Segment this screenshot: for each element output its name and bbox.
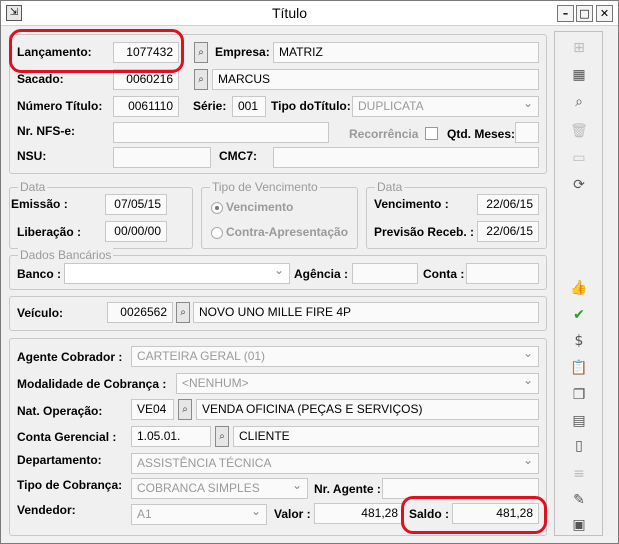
vendedor-label: Vendedor:: [17, 503, 76, 517]
lancamento-highlight: [9, 29, 184, 73]
window-title: Título: [271, 5, 307, 21]
tipo-titulo-label: Tipo doTítulo:: [271, 99, 351, 113]
tipo-vencimento-group: Tipo de Vencimento: [201, 180, 358, 249]
veiculo-code-field[interactable]: 0026562: [107, 302, 173, 323]
sacado-name-field[interactable]: MARCUS: [212, 69, 539, 90]
tipo-vencimento-title: Tipo de Vencimento: [210, 180, 320, 194]
vencimento-radio-label: Vencimento: [226, 200, 294, 214]
minimize-button[interactable]: –: [557, 5, 574, 22]
departamento-select[interactable]: ASSISTÊNCIA TÉCNICA: [131, 453, 539, 474]
emissao-field[interactable]: 07/05/15: [105, 194, 167, 215]
conta-gerencial-label: Conta Gerencial :: [17, 430, 117, 444]
agencia-label: Agência :: [294, 267, 349, 281]
thumbs-up-icon[interactable]: 👍: [568, 277, 590, 299]
numero-titulo-label: Número Título:: [17, 99, 103, 113]
valor-label: Valor :: [274, 507, 311, 521]
tree-icon[interactable]: ⊞: [568, 37, 590, 59]
refresh-icon[interactable]: ⟳: [568, 174, 590, 196]
serie-label: Série:: [193, 99, 227, 113]
window: ⇲ Título – □ ✕ Lançamento: 1077432 ⌕ Emp…: [0, 0, 619, 544]
liberacao-field[interactable]: 00/00/00: [105, 221, 167, 242]
conta-gerencial-lookup-button[interactable]: ⌕: [215, 426, 229, 447]
conta-field[interactable]: [466, 263, 539, 284]
data-vencimento-title: Data: [375, 180, 405, 194]
sacado-label: Sacado:: [17, 72, 64, 86]
previsao-label: Previsão Receb. :: [374, 225, 475, 239]
maximize-button[interactable]: □: [576, 5, 593, 22]
sacado-lookup-button[interactable]: ⌕: [194, 69, 208, 90]
empresa-field[interactable]: MATRIZ: [273, 42, 539, 63]
banco-label: Banco :: [17, 267, 62, 281]
agente-cobrador-label: Agente Cobrador :: [17, 350, 123, 364]
nr-nfse-field[interactable]: [113, 122, 329, 143]
edit-icon[interactable]: ✎: [568, 489, 590, 511]
agencia-field[interactable]: [352, 263, 418, 284]
vencimento-label: Vencimento :: [374, 197, 449, 211]
clipboard-icon[interactable]: 📋: [568, 357, 590, 379]
veiculo-label: Veículo:: [17, 306, 64, 320]
trash-icon[interactable]: 🗑: [568, 120, 590, 142]
recorrencia-label: Recorrência: [349, 127, 419, 141]
title-bar: ⇲ Título – □ ✕: [1, 1, 618, 26]
contra-apresentacao-radio[interactable]: [211, 227, 223, 239]
nsu-field[interactable]: [113, 147, 211, 168]
tipo-cobranca-label: Tipo de Cobrança:: [17, 478, 123, 492]
nat-operacao-code-field[interactable]: VE04: [131, 399, 174, 420]
qtd-meses-label: Qtd. Meses:: [447, 127, 516, 141]
nsu-label: NSU:: [17, 149, 47, 163]
modalidade-label: Modalidade de Cobrança :: [17, 377, 167, 391]
nat-operacao-field[interactable]: VENDA OFICINA (PEÇAS E SERVIÇOS): [196, 399, 539, 420]
nat-operacao-lookup-button[interactable]: ⌕: [178, 399, 192, 420]
dados-bancarios-title: Dados Bancários: [18, 248, 114, 262]
empresa-label: Empresa:: [215, 45, 270, 59]
action-toolbar: ⊞ ▦ ⌕ 🗑 ▭ ⟳ 👍 ✔ $ 📋 ❐ ▤ ▯ ≡ ✎ ▣: [554, 31, 603, 536]
conta-gerencial-code-field[interactable]: 1.05.01.: [131, 426, 211, 447]
vencimento-radio[interactable]: [211, 202, 223, 214]
saldo-highlight: [401, 496, 547, 534]
money-bag-icon[interactable]: $: [568, 330, 590, 352]
contra-apresentacao-label: Contra-Apresentação: [226, 225, 349, 239]
nr-agente-label: Nr. Agente :: [314, 482, 381, 496]
conta-gerencial-field[interactable]: CLIENTE: [233, 426, 539, 447]
tipo-titulo-select[interactable]: DUPLICATA: [352, 96, 539, 117]
veiculo-lookup-button[interactable]: ⌕: [176, 302, 190, 323]
modalidade-select[interactable]: <NENHUM>: [176, 373, 539, 394]
nr-nfse-label: Nr. NFS-e:: [17, 124, 76, 138]
vencimento-field[interactable]: 22/06/15: [477, 194, 539, 215]
data-group-title: Data: [18, 180, 48, 194]
copy-icon[interactable]: ❐: [568, 384, 590, 406]
valor-field[interactable]: 481,28: [314, 503, 404, 524]
liberacao-label: Liberação :: [17, 225, 82, 239]
previsao-field[interactable]: 22/06/15: [477, 221, 539, 242]
banco-select[interactable]: [64, 263, 290, 284]
agente-cobrador-select[interactable]: CARTEIRA GERAL (01): [131, 346, 539, 367]
calculator-icon[interactable]: ▣: [568, 514, 590, 536]
close-button[interactable]: ✕: [596, 5, 613, 22]
departamento-label: Departamento:: [17, 453, 102, 467]
preview-icon[interactable]: ⌕: [568, 91, 590, 113]
tipo-cobranca-select[interactable]: COBRANCA SIMPLES: [131, 478, 308, 499]
check-icon[interactable]: ✔: [568, 304, 590, 326]
report-icon[interactable]: ▤: [568, 410, 590, 432]
emissao-label: Emissão :: [11, 197, 68, 211]
cmc7-label: CMC7:: [219, 149, 257, 163]
nat-operacao-label: Nat. Operação:: [17, 404, 103, 418]
numero-titulo-field[interactable]: 0061110: [113, 96, 179, 117]
grid-add-icon[interactable]: ▦: [568, 64, 590, 86]
serie-field[interactable]: 001: [232, 96, 266, 117]
search-list-icon[interactable]: ≡: [568, 463, 590, 485]
empresa-lookup-button[interactable]: ⌕: [194, 42, 208, 63]
folder-icon[interactable]: ▭: [568, 147, 590, 169]
recorrencia-checkbox[interactable]: [425, 127, 438, 140]
qtd-meses-field[interactable]: [515, 122, 539, 143]
vendedor-select[interactable]: A1: [131, 504, 267, 525]
cmc7-field[interactable]: [273, 147, 539, 168]
document-icon[interactable]: ▯: [568, 435, 590, 457]
veiculo-name-field[interactable]: NOVO UNO MILLE FIRE 4P: [193, 302, 539, 323]
conta-label: Conta :: [423, 267, 465, 281]
